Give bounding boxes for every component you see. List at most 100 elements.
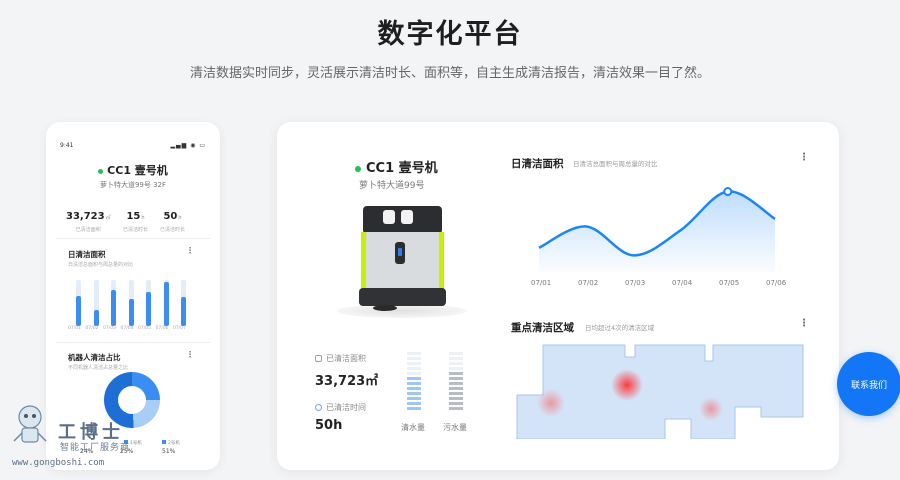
phone-bar <box>76 280 81 326</box>
gauge-segment <box>407 397 421 400</box>
phone-robot-name: CC1 壹号机 <box>46 162 220 178</box>
phone-stat-hours: 15h 已清洁时长 <box>123 204 148 233</box>
phone-bar-label: 07/06 <box>155 326 169 331</box>
area-fill <box>539 191 775 272</box>
focus-zone-title: 重点清洁区域 <box>511 322 574 334</box>
online-status-icon <box>355 165 361 172</box>
cleaning-robot-image <box>359 206 446 311</box>
cleaned-time-value: 50h <box>315 418 343 433</box>
gauge-segment <box>449 357 463 360</box>
phone-bar-fill <box>93 310 99 326</box>
phone-bar-label: 07/01 <box>68 326 81 331</box>
dashboard-robot-name-text: CC1 壹号机 <box>366 161 438 176</box>
phone-address: 萝卜特大道99号 32F <box>99 181 167 189</box>
phone-bar-fill <box>146 292 151 326</box>
stat-unit: h <box>141 215 145 221</box>
watermark-subtitle: 智能工厂服务商 <box>60 443 131 453</box>
gauge-segment <box>449 407 463 410</box>
gauge-segment <box>407 407 421 410</box>
gauge-segment <box>407 352 421 355</box>
gauge-segment <box>449 362 463 365</box>
gauge-segment <box>407 372 421 375</box>
gauge-segment <box>449 352 463 355</box>
more-icon[interactable]: ⋮ <box>799 152 809 163</box>
phone-bar <box>146 280 151 326</box>
stat-value: 15 <box>126 211 141 222</box>
stat-value: 33,723 <box>66 211 105 222</box>
phone-status-time: 9:41 <box>60 142 74 149</box>
legend-item: 2号机 <box>162 440 180 446</box>
gauge-segment <box>407 357 421 360</box>
gauge-segment <box>407 362 421 365</box>
more-icon[interactable]: ⋮ <box>186 350 194 359</box>
phone-bar-chart <box>66 274 206 326</box>
stat-unit: h <box>178 215 182 221</box>
phone-bar-fill <box>128 298 134 326</box>
phone-daily-title: 日清洁面积 <box>68 250 106 259</box>
hero-title: 数字化平台 <box>377 19 523 50</box>
phone-bar <box>111 280 116 326</box>
gauge-segment <box>449 392 463 395</box>
watermark-url: www.gongboshi.com <box>12 458 105 468</box>
x-tick-label: 07/04 <box>672 279 693 287</box>
dashboard-card: CC1 壹号机 萝卜特大道99号 已清洁面积 33,723㎡ 已清洁时间 50h… <box>277 122 839 470</box>
phone-bar-label: 07/07 <box>173 326 186 331</box>
x-tick-label: 07/06 <box>766 279 787 287</box>
cleaned-area-label: 已清洁面积 <box>315 353 366 364</box>
divider <box>56 342 210 343</box>
floor-heatmap <box>516 344 804 439</box>
phone-bar <box>163 280 169 326</box>
gauge-segment <box>449 397 463 400</box>
x-tick-label: 07/05 <box>719 279 740 287</box>
phone-daily-subtitle: 日清洁总面积与周总量的对比 <box>68 262 134 268</box>
more-icon[interactable]: ⋮ <box>799 318 809 329</box>
clean-water-gauge <box>407 352 421 412</box>
x-tick-label: 07/01 <box>531 279 552 287</box>
x-tick-label: 07/02 <box>578 279 599 287</box>
stat-value: 50 <box>163 211 178 222</box>
heat-spot <box>611 369 643 401</box>
gauge-segment <box>449 387 463 390</box>
gauge-segment <box>407 392 421 395</box>
phone-bar <box>128 280 134 326</box>
clean-water-label: 清水量 <box>401 423 425 432</box>
dashboard-robot-name: CC1 壹号机 <box>355 157 438 176</box>
more-icon[interactable]: ⋮ <box>186 246 194 255</box>
phone-bar-label: 07/04 <box>120 326 134 331</box>
legend-label: 2号机 <box>168 441 180 446</box>
contact-us-button[interactable]: 联系我们 <box>837 352 900 416</box>
phone-bar-fill <box>76 295 81 326</box>
daily-area-chart <box>538 187 776 272</box>
phone-bar-fill <box>181 297 186 326</box>
gauge-segment <box>407 387 421 390</box>
divider <box>56 238 210 239</box>
daily-area-subtitle: 日清洁总面积与周总量的对比 <box>573 160 658 168</box>
dashboard-address: 萝卜特大道99号 <box>359 181 425 191</box>
heat-spot <box>537 389 565 417</box>
gauge-segment <box>449 402 463 405</box>
cleaned-area-value: 33,723㎡ <box>315 374 379 389</box>
heat-spot <box>699 397 723 421</box>
cleaned-area-label-text: 已清洁面积 <box>326 354 366 363</box>
stat-label: 已清洁面积 <box>75 227 101 233</box>
phone-share-title: 机器人清洁占比 <box>68 353 121 362</box>
cleaned-time-label: 已清洁时间 <box>315 402 366 413</box>
gauge-segment <box>407 382 421 385</box>
stat-label: 已清洁时长 <box>160 227 186 233</box>
phone-robot-name-text: CC1 壹号机 <box>107 164 168 177</box>
share-percent: 51% <box>162 448 176 455</box>
phone-status-icons: ▂▄▆ ◉ ▭ <box>170 142 206 149</box>
gauge-segment <box>407 377 421 380</box>
phone-bar <box>93 280 99 326</box>
dirty-water-gauge <box>449 352 463 412</box>
phone-bar-fill <box>111 289 116 326</box>
gauge-segment <box>449 367 463 370</box>
phone-bar-label: 07/02 <box>85 326 99 331</box>
x-tick-label: 07/03 <box>625 279 646 287</box>
clock-icon <box>315 404 322 411</box>
gauge-segment <box>449 377 463 380</box>
gauge-segment <box>449 382 463 385</box>
daily-area-title: 日清洁面积 <box>511 158 564 170</box>
online-status-icon <box>98 168 104 174</box>
highlight-point[interactable] <box>723 187 733 197</box>
